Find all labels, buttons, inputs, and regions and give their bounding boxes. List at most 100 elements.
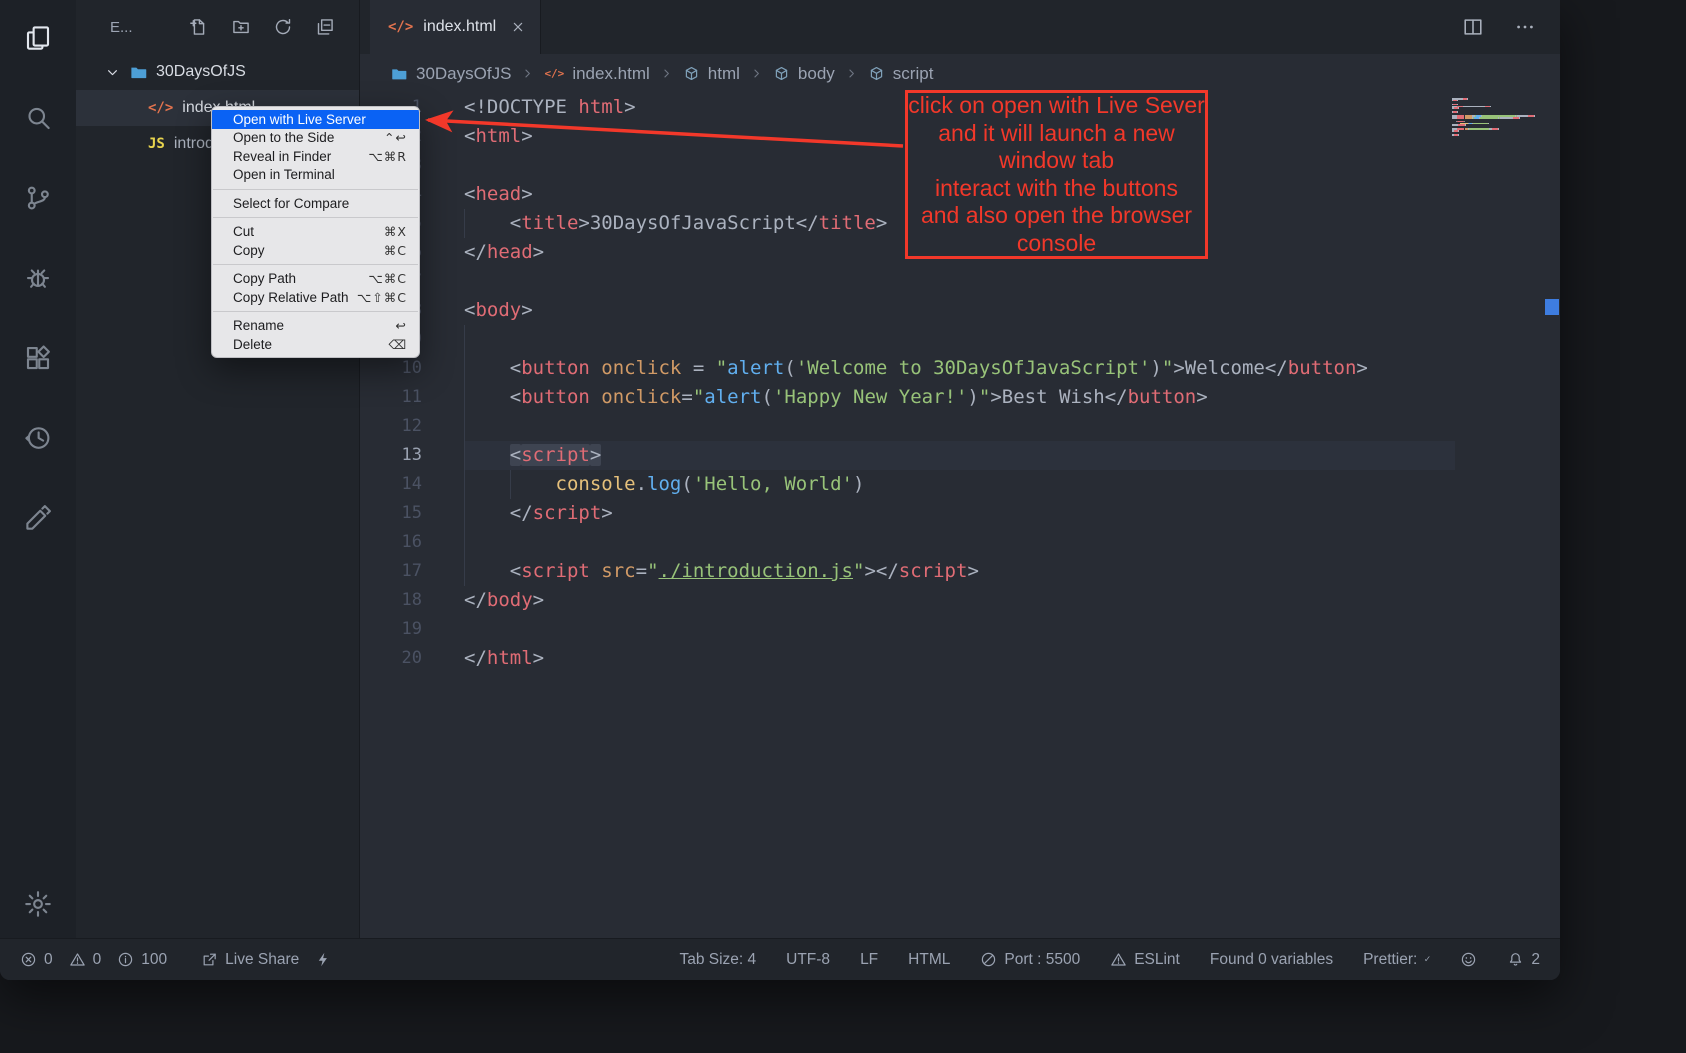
menu-item-open-to-the-side[interactable]: Open to the Side⌃↩ <box>212 129 419 148</box>
warning-triangle-icon <box>69 951 86 968</box>
html-file-icon: </> <box>544 68 564 79</box>
code-line-17[interactable]: 17 <script src="./introduction.js"></scr… <box>360 557 1560 586</box>
code-line-13[interactable]: 13 <script> <box>360 441 1560 470</box>
status-html[interactable]: HTML <box>908 951 950 969</box>
new-file-icon <box>189 17 209 37</box>
menu-item-open-with-live-server[interactable]: Open with Live Server <box>212 110 419 129</box>
breadcrumb-separator <box>520 66 535 81</box>
status-100[interactable]: 100 <box>117 951 167 969</box>
activity-item-edit-session[interactable] <box>14 494 62 542</box>
breadcrumb-index-html[interactable]: </>index.html <box>544 64 649 84</box>
status-found-0-variables[interactable]: Found 0 variables <box>1210 951 1333 969</box>
activity-item-source-control[interactable] <box>14 174 62 222</box>
source-control-icon <box>23 183 53 213</box>
menu-item-rename[interactable]: Rename↩ <box>212 317 419 336</box>
status-eslint[interactable]: ESLint <box>1110 951 1180 969</box>
code-line-12[interactable]: 12 <box>360 412 1560 441</box>
activity-bar <box>0 0 76 938</box>
menu-item-label: Open in Terminal <box>233 167 335 182</box>
status-port-5500[interactable]: Port : 5500 <box>980 951 1080 969</box>
indent-guide <box>464 209 465 238</box>
status-lightning[interactable] <box>315 951 332 968</box>
menu-item-copy-relative-path[interactable]: Copy Relative Path⌥⇧⌘C <box>212 288 419 307</box>
status-label: ESLint <box>1134 951 1180 969</box>
html-file-icon: </> <box>388 20 413 34</box>
status-tab-size-4[interactable]: Tab Size: 4 <box>679 951 756 969</box>
status-utf-8[interactable]: UTF-8 <box>786 951 830 969</box>
line-number: 19 <box>360 615 422 644</box>
tab-icon-slot: </> <box>388 18 413 36</box>
code-line-16[interactable]: 16 <box>360 528 1560 557</box>
menu-item-select-for-compare[interactable]: Select for Compare <box>212 194 419 213</box>
breadcrumb-body[interactable]: body <box>773 64 835 84</box>
menu-item-copy-path[interactable]: Copy Path⌥⌘C <box>212 270 419 289</box>
status-live-share[interactable]: Live Share <box>201 951 299 969</box>
status-0[interactable]: 0 <box>20 951 53 969</box>
tab-close-button[interactable] <box>510 19 526 35</box>
code-line-9[interactable]: 9 <box>360 325 1560 354</box>
breadcrumb-label: body <box>798 64 835 84</box>
menu-separator <box>213 264 418 265</box>
status-2[interactable]: 2 <box>1507 951 1540 969</box>
new-file-button[interactable] <box>189 17 209 37</box>
folder-icon <box>390 65 408 83</box>
chevron-right-icon <box>520 66 535 81</box>
status-lf[interactable]: LF <box>860 951 878 969</box>
code-line-11[interactable]: 11 <button onclick="alert('Happy New Yea… <box>360 383 1560 412</box>
activity-item-extensions[interactable] <box>14 334 62 382</box>
status-smiley[interactable] <box>1460 951 1477 968</box>
overview-ruler-marker <box>1545 299 1559 315</box>
more-actions-button[interactable] <box>1514 16 1536 38</box>
code-line-15[interactable]: 15 </script> <box>360 499 1560 528</box>
menu-item-cut[interactable]: Cut⌘X <box>212 223 419 242</box>
symbol-cube-icon <box>773 65 790 82</box>
code-line-10[interactable]: 10 <button onclick = "alert('Welcome to … <box>360 354 1560 383</box>
code-line-20[interactable]: 20</html> <box>360 644 1560 673</box>
code-line-14[interactable]: 14 console.log('Hello, World') <box>360 470 1560 499</box>
tab-bar: </> index.html <box>360 0 1560 54</box>
minimap[interactable] <box>1452 98 1540 136</box>
history-icon <box>23 423 53 453</box>
breadcrumb-script[interactable]: script <box>868 64 934 84</box>
code-line-7[interactable]: 7 <box>360 267 1560 296</box>
code-line-18[interactable]: 18</body> <box>360 586 1560 615</box>
status-label: 0 <box>93 951 102 969</box>
menu-item-delete[interactable]: Delete⌫ <box>212 335 419 354</box>
collapse-all-button[interactable] <box>315 17 335 37</box>
activity-item-settings[interactable] <box>14 880 62 928</box>
menu-item-shortcut: ⌘C <box>384 243 407 258</box>
menu-item-open-in-terminal[interactable]: Open in Terminal <box>212 166 419 185</box>
status-label: Found 0 variables <box>1210 951 1333 969</box>
indent-guide <box>510 470 511 499</box>
split-editor-button[interactable] <box>1462 16 1484 38</box>
menu-item-label: Cut <box>233 224 254 239</box>
code-line-19[interactable]: 19 <box>360 615 1560 644</box>
refresh-button[interactable] <box>273 17 293 37</box>
annotation-line: interact with the buttons <box>908 175 1205 203</box>
code-line-8[interactable]: 8<body> <box>360 296 1560 325</box>
activity-item-history[interactable] <box>14 414 62 462</box>
new-folder-button[interactable] <box>231 17 251 37</box>
breadcrumb-label: 30DaysOfJS <box>416 64 511 84</box>
line-number: 12 <box>360 412 422 441</box>
breadcrumb-html[interactable]: html <box>683 64 740 84</box>
annotation-line: and also open the browser <box>908 202 1205 230</box>
activity-item-search[interactable] <box>14 94 62 142</box>
activity-item-run-debug[interactable] <box>14 254 62 302</box>
collapse-all-icon <box>315 17 335 37</box>
tab-index-html[interactable]: </> index.html <box>370 0 541 54</box>
status-bar: 0 0 100 Live Share Tab Size: 4 UTF-8 LF HTML Po… <box>0 938 1560 980</box>
menu-item-label: Open to the Side <box>233 130 334 145</box>
breadcrumb-30daysofjs[interactable]: 30DaysOfJS <box>390 64 511 84</box>
activity-bar-top <box>14 14 62 542</box>
more-icon <box>1514 16 1536 38</box>
menu-item-reveal-in-finder[interactable]: Reveal in Finder⌥⌘R <box>212 147 419 166</box>
status-prettier[interactable]: Prettier:✓ <box>1363 951 1430 969</box>
activity-item-explorer[interactable] <box>14 14 62 62</box>
explorer-icon <box>23 23 53 53</box>
menu-item-copy[interactable]: Copy⌘C <box>212 241 419 260</box>
tree-folder-30daysofjs[interactable]: 30DaysOfJS <box>76 54 359 90</box>
chevron-down-icon <box>104 64 121 81</box>
activity-bar-bottom <box>14 880 62 928</box>
status-0[interactable]: 0 <box>69 951 102 969</box>
